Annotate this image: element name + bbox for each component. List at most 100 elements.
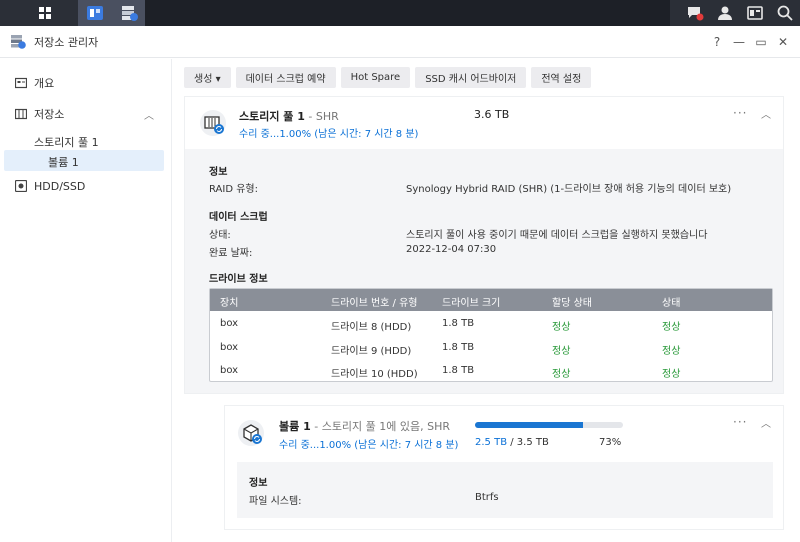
sidebar-item-label: HDD/SSD	[34, 179, 86, 193]
global-settings-button[interactable]: 전역 설정	[531, 67, 592, 88]
toolbar: 생성 ▾ 데이터 스크럽 예약 Hot Spare SSD 캐시 어드바이저 전…	[184, 67, 596, 88]
table-row[interactable]: box 드라이브 9 (HDD) 1.8 TB 정상 정상	[210, 336, 772, 359]
overview-icon	[15, 77, 27, 89]
storage-pool-title: 스토리지 풀 1 - SHR	[239, 110, 339, 123]
more-options-icon[interactable]: ···	[733, 415, 747, 429]
chevron-up-icon[interactable]: ︿	[144, 107, 154, 122]
taskbar-background-image	[145, 0, 670, 26]
notification-button[interactable]	[680, 0, 710, 26]
sidebar-item-label: 개요	[34, 77, 55, 90]
scrub-schedule-button[interactable]: 데이터 스크럽 예약	[235, 67, 336, 88]
column-header[interactable]: 할당 상태	[552, 294, 592, 309]
storage-pool-header[interactable]: 스토리지 풀 1 - SHR 수리 중...1.00% (남은 시간: 7 시간…	[185, 97, 783, 149]
grid-icon	[39, 7, 51, 19]
minimize-button[interactable]: —	[728, 35, 750, 49]
drive-table: 장치 드라이브 번호 / 유형 드라이브 크기 할당 상태 상태 box 드라이…	[209, 288, 773, 382]
table-row[interactable]: box 드라이브 8 (HDD) 1.8 TB 정상 정상	[210, 312, 772, 335]
search-icon	[777, 5, 793, 21]
storage-pool-status: 수리 중...1.00% (남은 시간: 7 시간 8 분)	[239, 129, 419, 140]
scrub-date-label: 완료 날짜:	[209, 248, 253, 259]
drive-size-cell: 1.8 TB	[442, 365, 475, 376]
device-cell: box	[220, 318, 239, 329]
help-button[interactable]: ?	[706, 35, 728, 49]
drive-size-cell: 1.8 TB	[442, 342, 475, 353]
device-cell: box	[220, 365, 239, 376]
more-options-icon[interactable]: ···	[733, 106, 747, 120]
widgets-icon	[747, 6, 763, 20]
scrub-date-value: 2022-12-04 07:30	[406, 244, 497, 255]
hdd-icon	[15, 180, 27, 192]
search-button[interactable]	[770, 0, 800, 26]
user-button[interactable]	[710, 0, 740, 26]
collapse-chevron-icon[interactable]: ︿	[761, 106, 771, 121]
column-header[interactable]: 상태	[662, 294, 680, 309]
drive-section-title: 드라이브 정보	[209, 274, 268, 285]
filesystem-value: Btrfs	[475, 492, 499, 503]
info-section-title: 정보	[249, 478, 268, 489]
sidebar-item-volume[interactable]: 볼륨 1	[48, 154, 79, 170]
sidebar-item-hdd[interactable]: HDD/SSD	[0, 175, 172, 197]
storage-pool-capacity: 3.6 TB	[474, 108, 510, 121]
drive-number-cell: 드라이브 9 (HDD)	[331, 346, 412, 357]
user-icon	[718, 6, 732, 20]
drive-number-cell: 드라이브 10 (HDD)	[331, 369, 418, 380]
raid-type-label: RAID 유형:	[209, 184, 258, 195]
sidebar-item-volume-selected[interactable]	[4, 150, 164, 171]
column-header[interactable]: 드라이브 크기	[442, 294, 500, 309]
window-titlebar: 저장소 관리자 ? — ▭ ✕	[0, 26, 800, 58]
volume-usage-percent: 73%	[599, 437, 622, 448]
status-cell: 정상	[662, 346, 681, 357]
sidebar-item-label: 저장소	[34, 108, 65, 121]
drive-size-cell: 1.8 TB	[442, 318, 475, 329]
volume-title: 볼륨 1 - 스토리지 풀 1에 있음, SHR	[279, 420, 451, 433]
package-center-icon	[87, 6, 103, 20]
main-menu-button[interactable]	[28, 0, 62, 26]
scrub-state-value: 스토리지 풀이 사용 중이기 때문에 데이터 스크럽을 실행하지 못했습니다	[406, 230, 708, 241]
sidebar-item-pool[interactable]: 스토리지 풀 1	[34, 134, 99, 150]
allocation-status-cell: 정상	[552, 346, 571, 357]
taskbar	[0, 0, 800, 26]
drive-number-cell: 드라이브 8 (HDD)	[331, 322, 412, 333]
volume-details: 정보 파일 시스템: Btrfs	[237, 462, 773, 518]
volume-usage-bar	[475, 422, 623, 428]
storage-manager-icon	[122, 6, 138, 21]
status-cell: 정상	[662, 369, 681, 380]
window-title: 저장소 관리자	[34, 35, 99, 49]
device-cell: box	[220, 342, 239, 353]
chat-notification-icon	[688, 7, 704, 21]
storage-icon	[15, 108, 27, 120]
info-section-title: 정보	[209, 167, 228, 178]
collapse-chevron-icon[interactable]: ︿	[761, 415, 771, 430]
storage-pool-details: 정보 RAID 유형: Synology Hybrid RAID (SHR) (…	[185, 149, 783, 393]
scrub-state-label: 상태:	[209, 230, 231, 241]
volume-usage-fill	[475, 422, 584, 428]
storage-manager-icon	[11, 34, 26, 49]
drive-table-header: 장치 드라이브 번호 / 유형 드라이브 크기 할당 상태 상태	[210, 289, 772, 311]
filesystem-label: 파일 시스템:	[249, 496, 302, 507]
status-cell: 정상	[662, 322, 681, 333]
scrub-section-title: 데이터 스크럽	[209, 212, 268, 223]
sidebar: 개요 저장소 ︿ 스토리지 풀 1 볼륨 1 HDD/SSD	[0, 59, 172, 542]
widgets-button[interactable]	[740, 0, 770, 26]
column-header[interactable]: 장치	[220, 294, 238, 309]
sidebar-item-storage[interactable]: 저장소 ︿	[0, 103, 172, 125]
volume-icon	[238, 420, 264, 446]
table-row[interactable]: box 드라이브 10 (HDD) 1.8 TB 정상 정상	[210, 359, 772, 382]
volume-usage-text: 2.5 TB / 3.5 TB	[475, 437, 549, 448]
raid-type-value: Synology Hybrid RAID (SHR) (1-드라이브 장애 허용…	[406, 184, 732, 195]
storage-pool-card: 스토리지 풀 1 - SHR 수리 중...1.00% (남은 시간: 7 시간…	[184, 96, 784, 394]
create-button[interactable]: 생성 ▾	[184, 67, 231, 88]
volume-card: 볼륨 1 - 스토리지 풀 1에 있음, SHR 수리 중...1.00% (남…	[224, 405, 784, 530]
sidebar-item-overview[interactable]: 개요	[0, 72, 172, 94]
ssd-advisor-button[interactable]: SSD 캐시 어드바이저	[415, 67, 527, 88]
hot-spare-button[interactable]: Hot Spare	[340, 67, 411, 88]
restore-button[interactable]: ▭	[750, 35, 772, 49]
taskbar-app-1[interactable]	[78, 0, 112, 26]
close-button[interactable]: ✕	[772, 35, 794, 49]
volume-status: 수리 중...1.00% (남은 시간: 7 시간 8 분)	[279, 440, 459, 451]
column-header[interactable]: 드라이브 번호 / 유형	[331, 294, 418, 309]
taskbar-app-storage[interactable]	[112, 0, 146, 26]
storage-pool-icon	[200, 110, 226, 136]
allocation-status-cell: 정상	[552, 322, 571, 333]
allocation-status-cell: 정상	[552, 369, 571, 380]
